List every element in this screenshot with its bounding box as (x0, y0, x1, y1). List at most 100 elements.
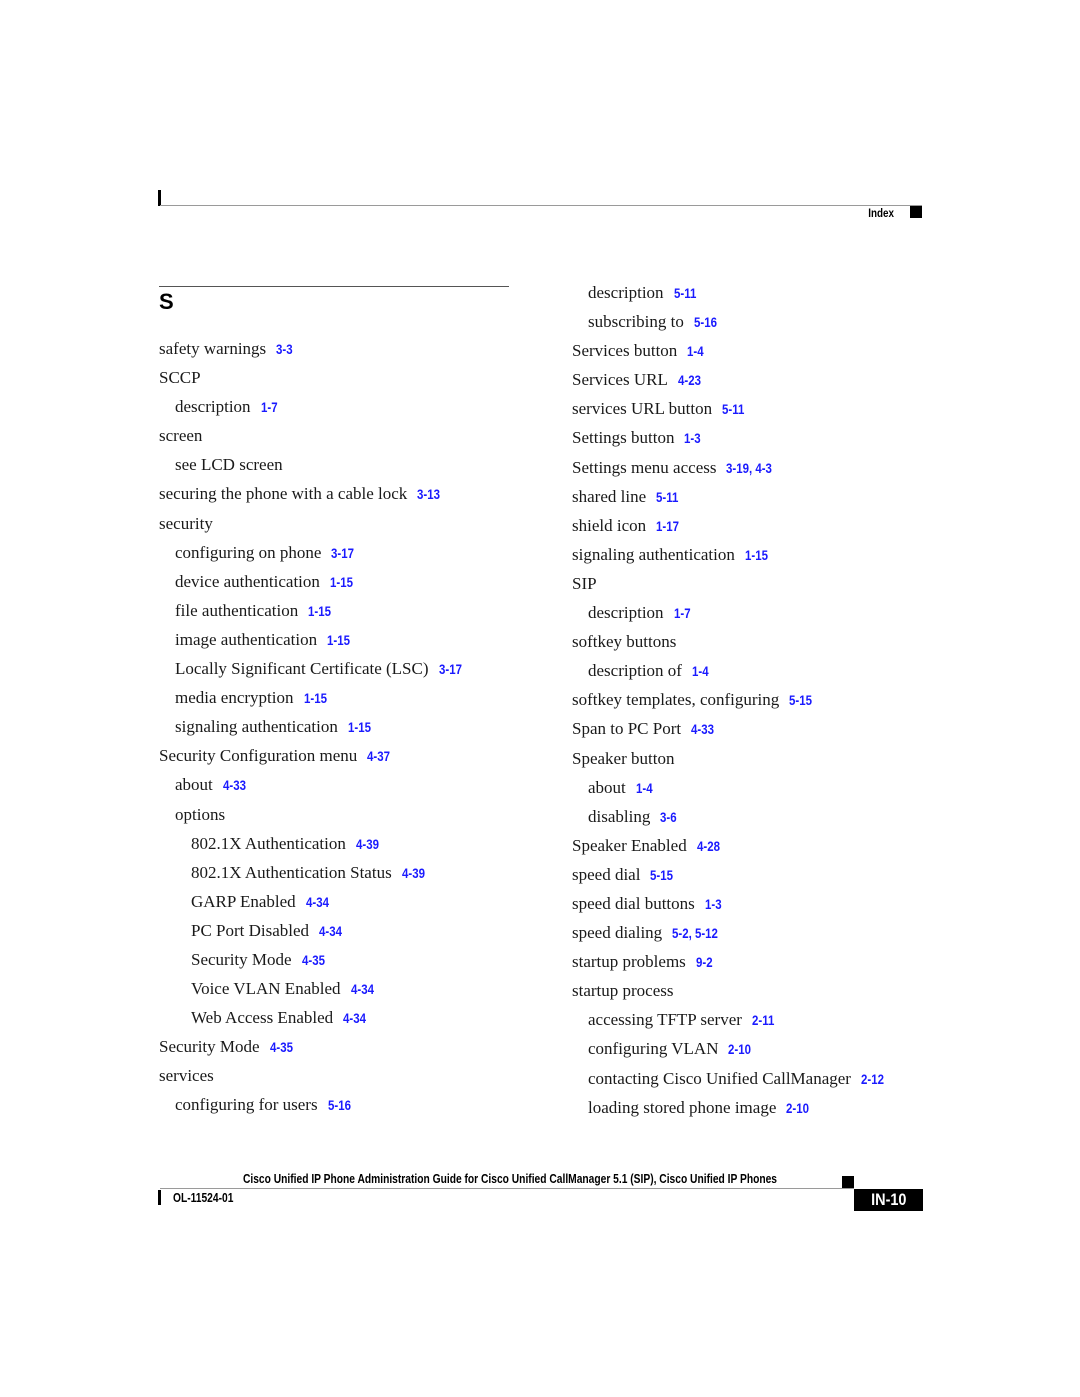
index-entry: screen (159, 421, 466, 450)
page-reference-link[interactable]: 4-39 (356, 830, 379, 859)
page-reference-link[interactable]: 4-34 (351, 975, 374, 1004)
page-reference-link[interactable]: 1-15 (327, 626, 350, 655)
page-reference-link[interactable]: 4-39 (402, 859, 425, 888)
page-reference-link[interactable]: 1-15 (745, 541, 768, 570)
page-reference-link[interactable]: 1-7 (261, 393, 278, 422)
index-entry: speed dial 5-15 (572, 860, 888, 889)
index-term: options (175, 804, 226, 824)
footer-marker-square (842, 1176, 854, 1188)
page-reference-link[interactable]: 1-15 (304, 684, 327, 713)
page-reference-link[interactable]: 3-13 (417, 480, 440, 509)
index-entry: about 4-33 (159, 770, 466, 799)
page-reference-link[interactable]: 2-10 (786, 1094, 809, 1123)
page-reference-link[interactable]: 1-4 (636, 774, 653, 803)
index-entry: securing the phone with a cable lock 3-13 (159, 479, 466, 508)
index-term: startup problems (572, 952, 686, 972)
index-term: Web Access Enabled (191, 1008, 334, 1028)
header-section-label: Index (868, 206, 894, 220)
index-entry: configuring for users 5-16 (159, 1090, 466, 1119)
page-reference-link[interactable]: 2-11 (752, 1006, 774, 1035)
page-reference-link[interactable]: 4-37 (367, 742, 390, 771)
index-term: about (175, 775, 213, 795)
page-reference-link[interactable]: 1-4 (692, 657, 709, 686)
index-entry: 802.1X Authentication 4-39 (159, 829, 466, 858)
page-reference-link[interactable]: 4-34 (319, 917, 342, 946)
page-reference-link[interactable]: 5-15 (789, 686, 812, 715)
page-reference-link[interactable]: 3-19, 4-3 (726, 454, 772, 483)
index-term: softkey templates, configuring (572, 690, 780, 710)
index-term: Security Configuration menu (159, 746, 358, 766)
index-entry: Services button 1-4 (572, 336, 888, 365)
index-term: file authentication (175, 600, 299, 620)
index-term: shared line (572, 486, 647, 506)
index-term: Security Mode (159, 1037, 260, 1057)
index-entry: GARP Enabled 4-34 (159, 887, 466, 916)
index-entry: Speaker button (572, 744, 888, 773)
page-reference-link[interactable]: 1-7 (674, 599, 691, 628)
page-reference-link[interactable]: 1-17 (656, 512, 679, 541)
page-reference-link[interactable]: 4-28 (697, 832, 720, 861)
index-term: services URL button (572, 399, 713, 419)
page-reference-link[interactable]: 5-15 (650, 861, 673, 890)
index-entry: see LCD screen (159, 450, 466, 479)
page-reference-link[interactable]: 3-6 (660, 803, 677, 832)
page-reference-link[interactable]: 2-10 (728, 1035, 751, 1064)
index-entry: accessing TFTP server 2-11 (572, 1005, 888, 1034)
index-entry: configuring on phone 3-17 (159, 538, 466, 567)
index-entry: safety warnings 3-3 (159, 334, 466, 363)
section-letter: S (159, 289, 174, 314)
index-term: screen (159, 426, 203, 446)
index-entry: services URL button 5-11 (572, 394, 888, 423)
index-term: description (588, 603, 664, 623)
page-reference-link[interactable]: 9-2 (696, 948, 713, 977)
page-reference-link[interactable]: 5-16 (694, 308, 717, 337)
index-term: see LCD screen (175, 455, 283, 475)
index-term: Speaker button (572, 748, 675, 768)
index-term: shield icon (572, 515, 647, 535)
page-reference-link[interactable]: 4-33 (691, 715, 714, 744)
index-entry: SCCP (159, 363, 466, 392)
page-reference-link[interactable]: 4-23 (678, 366, 701, 395)
index-entry: Web Access Enabled 4-34 (159, 1003, 466, 1032)
index-entry: Speaker Enabled 4-28 (572, 831, 888, 860)
index-entry: softkey templates, configuring 5-15 (572, 685, 888, 714)
index-term: accessing TFTP server (588, 1010, 742, 1030)
index-entry: options (159, 800, 466, 829)
page-reference-link[interactable]: 4-35 (270, 1033, 293, 1062)
page-reference-link[interactable]: 4-34 (343, 1004, 366, 1033)
index-term: Settings button (572, 428, 675, 448)
page-reference-link[interactable]: 1-15 (308, 597, 331, 626)
page-reference-link[interactable]: 3-17 (331, 539, 354, 568)
index-term: Speaker Enabled (572, 835, 687, 855)
page-reference-link[interactable]: 4-35 (302, 946, 325, 975)
page-reference-link[interactable]: 5-11 (656, 483, 678, 512)
page-reference-link[interactable]: 3-3 (276, 335, 293, 364)
page-reference-link[interactable]: 1-15 (348, 713, 371, 742)
header-marker-square (910, 206, 922, 218)
index-entry: signaling authentication 1-15 (572, 540, 888, 569)
page-reference-link[interactable]: 5-11 (722, 395, 744, 424)
index-term: speed dial (572, 864, 641, 884)
index-term: securing the phone with a cable lock (159, 484, 408, 504)
page-reference-link[interactable]: 5-16 (328, 1091, 351, 1120)
page-reference-link[interactable]: 2-12 (861, 1065, 884, 1094)
index-entry: Voice VLAN Enabled 4-34 (159, 974, 466, 1003)
page-reference-link[interactable]: 5-2, 5-12 (672, 919, 718, 948)
page-reference-link[interactable]: 5-11 (674, 279, 696, 308)
footer-book-title: Cisco Unified IP Phone Administration Gu… (242, 1172, 778, 1186)
index-term: device authentication (175, 571, 320, 591)
page-reference-link[interactable]: 1-3 (684, 424, 701, 453)
page-reference-link[interactable]: 1-3 (705, 890, 722, 919)
index-entry: contacting Cisco Unified CallManager 2-12 (572, 1064, 888, 1093)
page-reference-link[interactable]: 4-34 (306, 888, 329, 917)
index-term: loading stored phone image (588, 1097, 777, 1117)
index-entry: device authentication 1-15 (159, 567, 466, 596)
page-reference-link[interactable]: 1-4 (687, 337, 704, 366)
index-term: safety warnings (159, 339, 267, 358)
index-entry: services (159, 1061, 466, 1090)
page-reference-link[interactable]: 4-33 (223, 771, 246, 800)
index-entry: disabling 3-6 (572, 802, 888, 831)
page-reference-link[interactable]: 3-17 (439, 655, 462, 684)
header-margin-tick (158, 190, 161, 206)
page-reference-link[interactable]: 1-15 (330, 568, 353, 597)
